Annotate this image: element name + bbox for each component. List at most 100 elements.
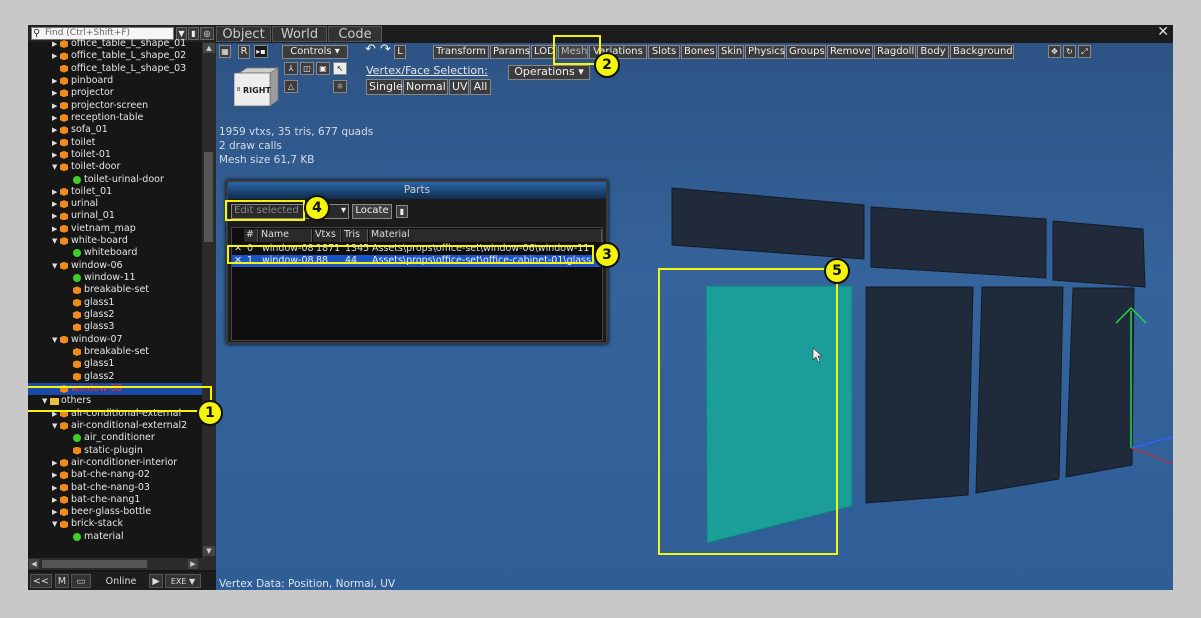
collapsed-arrow-icon[interactable]: ▶ bbox=[52, 75, 57, 87]
tree-row[interactable]: breakable-set bbox=[28, 284, 202, 296]
all-mode-button[interactable]: All bbox=[470, 79, 491, 95]
mode-tab-slots[interactable]: Slots bbox=[648, 45, 680, 59]
tree-row[interactable]: ▶ vietnam_map bbox=[28, 223, 202, 235]
parts-column-header[interactable]: Vtxs bbox=[313, 229, 341, 242]
scroll-up-icon[interactable]: ▲ bbox=[203, 43, 215, 53]
tree-row[interactable]: window-11 bbox=[28, 272, 202, 284]
perspective-icon[interactable]: △ bbox=[284, 80, 298, 93]
tree-row[interactable]: ▶ projector bbox=[28, 87, 202, 99]
move-gizmo-icon[interactable]: ✥ bbox=[1048, 45, 1061, 58]
tab-object[interactable]: Object bbox=[216, 26, 271, 42]
scale-gizmo-icon[interactable]: ⤢ bbox=[1078, 45, 1091, 58]
tree-row[interactable]: ▶ projector-screen bbox=[28, 100, 202, 112]
mode-tab-body[interactable]: Body bbox=[917, 45, 949, 59]
uv-mode-button[interactable]: UV bbox=[449, 79, 469, 95]
tree-row[interactable]: ▶ air-conditioner-interior bbox=[28, 457, 202, 469]
tree-row[interactable]: ▶ toilet_01 bbox=[28, 186, 202, 198]
expanded-arrow-icon[interactable]: ▼ bbox=[52, 260, 57, 272]
light-icon[interactable]: ☼ bbox=[333, 80, 347, 93]
collapsed-arrow-icon[interactable]: ▶ bbox=[52, 149, 57, 161]
tab-world[interactable]: World bbox=[272, 26, 327, 42]
collapsed-arrow-icon[interactable]: ▶ bbox=[52, 457, 57, 469]
mode-button[interactable]: M bbox=[55, 574, 69, 588]
collapsed-arrow-icon[interactable]: ▶ bbox=[52, 50, 57, 62]
mode-tab-remove[interactable]: Remove bbox=[827, 45, 873, 59]
tree-row[interactable]: air_conditioner bbox=[28, 432, 202, 444]
outliner-vertical-scrollbar[interactable]: ▲ ▼ bbox=[202, 42, 216, 558]
parts-column-header[interactable]: # bbox=[244, 229, 258, 242]
tree-row[interactable]: ▶ beer-glass-bottle bbox=[28, 506, 202, 518]
tree-row[interactable]: ▼ brick-stack bbox=[28, 518, 202, 530]
mode-tab-groups[interactable]: Groups bbox=[786, 45, 826, 59]
tree-row[interactable]: ▶ office_table_L_shape_02 bbox=[28, 50, 202, 62]
mode-tab-physics[interactable]: Physics bbox=[745, 45, 785, 59]
tree-row[interactable]: ▶ toilet bbox=[28, 137, 202, 149]
redo-icon[interactable]: ↷ bbox=[379, 43, 392, 57]
expanded-arrow-icon[interactable]: ▼ bbox=[52, 161, 57, 173]
tree-row[interactable]: ▼ air-conditional-external2 bbox=[28, 420, 202, 432]
undo-icon[interactable]: ↶ bbox=[364, 43, 377, 57]
tree-row[interactable]: ▼ window-06 bbox=[28, 260, 202, 272]
tree-row[interactable]: breakable-set bbox=[28, 346, 202, 358]
collapsed-arrow-icon[interactable]: ▶ bbox=[52, 223, 57, 235]
tree-row[interactable]: whiteboard bbox=[28, 247, 202, 259]
exe-dropdown[interactable]: EXE ▼ bbox=[165, 574, 201, 588]
operations-dropdown[interactable]: Operations ▾ bbox=[508, 65, 590, 80]
collapsed-arrow-icon[interactable]: ▶ bbox=[52, 482, 57, 494]
tree-row[interactable]: ▶ bat-che-nang-03 bbox=[28, 482, 202, 494]
collapsed-arrow-icon[interactable]: ▶ bbox=[52, 112, 57, 124]
tree-row[interactable]: ▶ office_table_L_shape_01 bbox=[28, 38, 202, 50]
back-button[interactable]: << bbox=[30, 574, 52, 588]
l-button[interactable]: L bbox=[394, 45, 406, 59]
tree-row[interactable]: ▼ window-07 bbox=[28, 334, 202, 346]
tree-row[interactable]: ▶ pinboard bbox=[28, 75, 202, 87]
view-grid-icon[interactable]: ▦ bbox=[219, 45, 231, 58]
tree-row[interactable]: office_table_L_shape_03 bbox=[28, 63, 202, 75]
box-icon[interactable]: ◫ bbox=[300, 62, 314, 75]
collapsed-arrow-icon[interactable]: ▶ bbox=[52, 494, 57, 506]
rotate-gizmo-icon[interactable]: ↻ bbox=[1063, 45, 1076, 58]
expanded-arrow-icon[interactable]: ▼ bbox=[52, 420, 57, 432]
tree-row[interactable]: ▶ sofa_01 bbox=[28, 124, 202, 136]
collapsed-arrow-icon[interactable]: ▶ bbox=[52, 124, 57, 136]
tree-row[interactable]: glass2 bbox=[28, 309, 202, 321]
cursor-select-icon[interactable]: ↖ bbox=[333, 62, 347, 75]
parts-column-header[interactable]: Name bbox=[259, 229, 312, 242]
tree-row[interactable]: ▶ urinal bbox=[28, 198, 202, 210]
mode-tab-ragdoll[interactable]: Ragdoll bbox=[874, 45, 916, 59]
horizontal-scrollbar-thumb[interactable] bbox=[42, 560, 147, 568]
tree-row[interactable]: glass1 bbox=[28, 297, 202, 309]
collapsed-arrow-icon[interactable]: ▶ bbox=[52, 38, 57, 50]
collapsed-arrow-icon[interactable]: ▶ bbox=[52, 198, 57, 210]
collapsed-arrow-icon[interactable]: ▶ bbox=[52, 87, 57, 99]
axes-icon[interactable]: ⅄ bbox=[284, 62, 298, 75]
r-button[interactable]: R bbox=[238, 45, 250, 59]
outliner-horizontal-scrollbar[interactable]: ◀ ▶ bbox=[28, 558, 216, 570]
collapsed-arrow-icon[interactable]: ▶ bbox=[52, 100, 57, 112]
tree-row[interactable]: ▼ toilet-door bbox=[28, 161, 202, 173]
tree-row[interactable]: material bbox=[28, 531, 202, 543]
tree-row[interactable]: ▶ toilet-01 bbox=[28, 149, 202, 161]
eye-icon[interactable]: ◎ bbox=[200, 27, 214, 40]
scrollbar-thumb[interactable] bbox=[204, 152, 213, 242]
controls-dropdown[interactable]: Controls ▾ bbox=[282, 45, 348, 59]
expanded-arrow-icon[interactable]: ▼ bbox=[52, 334, 57, 346]
scroll-down-icon[interactable]: ▼ bbox=[203, 546, 215, 556]
mode-tab-bones[interactable]: Bones bbox=[681, 45, 717, 59]
parts-column-header[interactable]: Tris bbox=[342, 229, 368, 242]
play-icon[interactable]: ▶ bbox=[149, 574, 163, 588]
mode-tab-background[interactable]: Background bbox=[950, 45, 1014, 59]
expanded-arrow-icon[interactable]: ▼ bbox=[52, 235, 57, 247]
mode-tab-transform[interactable]: Transform bbox=[433, 45, 489, 59]
view-cube[interactable]: B RIGHT bbox=[234, 67, 280, 107]
camera-icon[interactable]: ▸▪ bbox=[254, 45, 268, 58]
scroll-right-icon[interactable]: ▶ bbox=[188, 559, 198, 569]
monitor-icon[interactable]: ▭ bbox=[71, 574, 91, 588]
delete-icon[interactable]: ▮ bbox=[396, 205, 408, 218]
collapsed-arrow-icon[interactable]: ▶ bbox=[52, 469, 57, 481]
normal-mode-button[interactable]: Normal bbox=[403, 79, 448, 95]
expanded-arrow-icon[interactable]: ▼ bbox=[52, 518, 57, 530]
scroll-left-icon[interactable]: ◀ bbox=[29, 559, 39, 569]
collapsed-arrow-icon[interactable]: ▶ bbox=[52, 137, 57, 149]
single-mode-button[interactable]: Single bbox=[366, 79, 403, 95]
